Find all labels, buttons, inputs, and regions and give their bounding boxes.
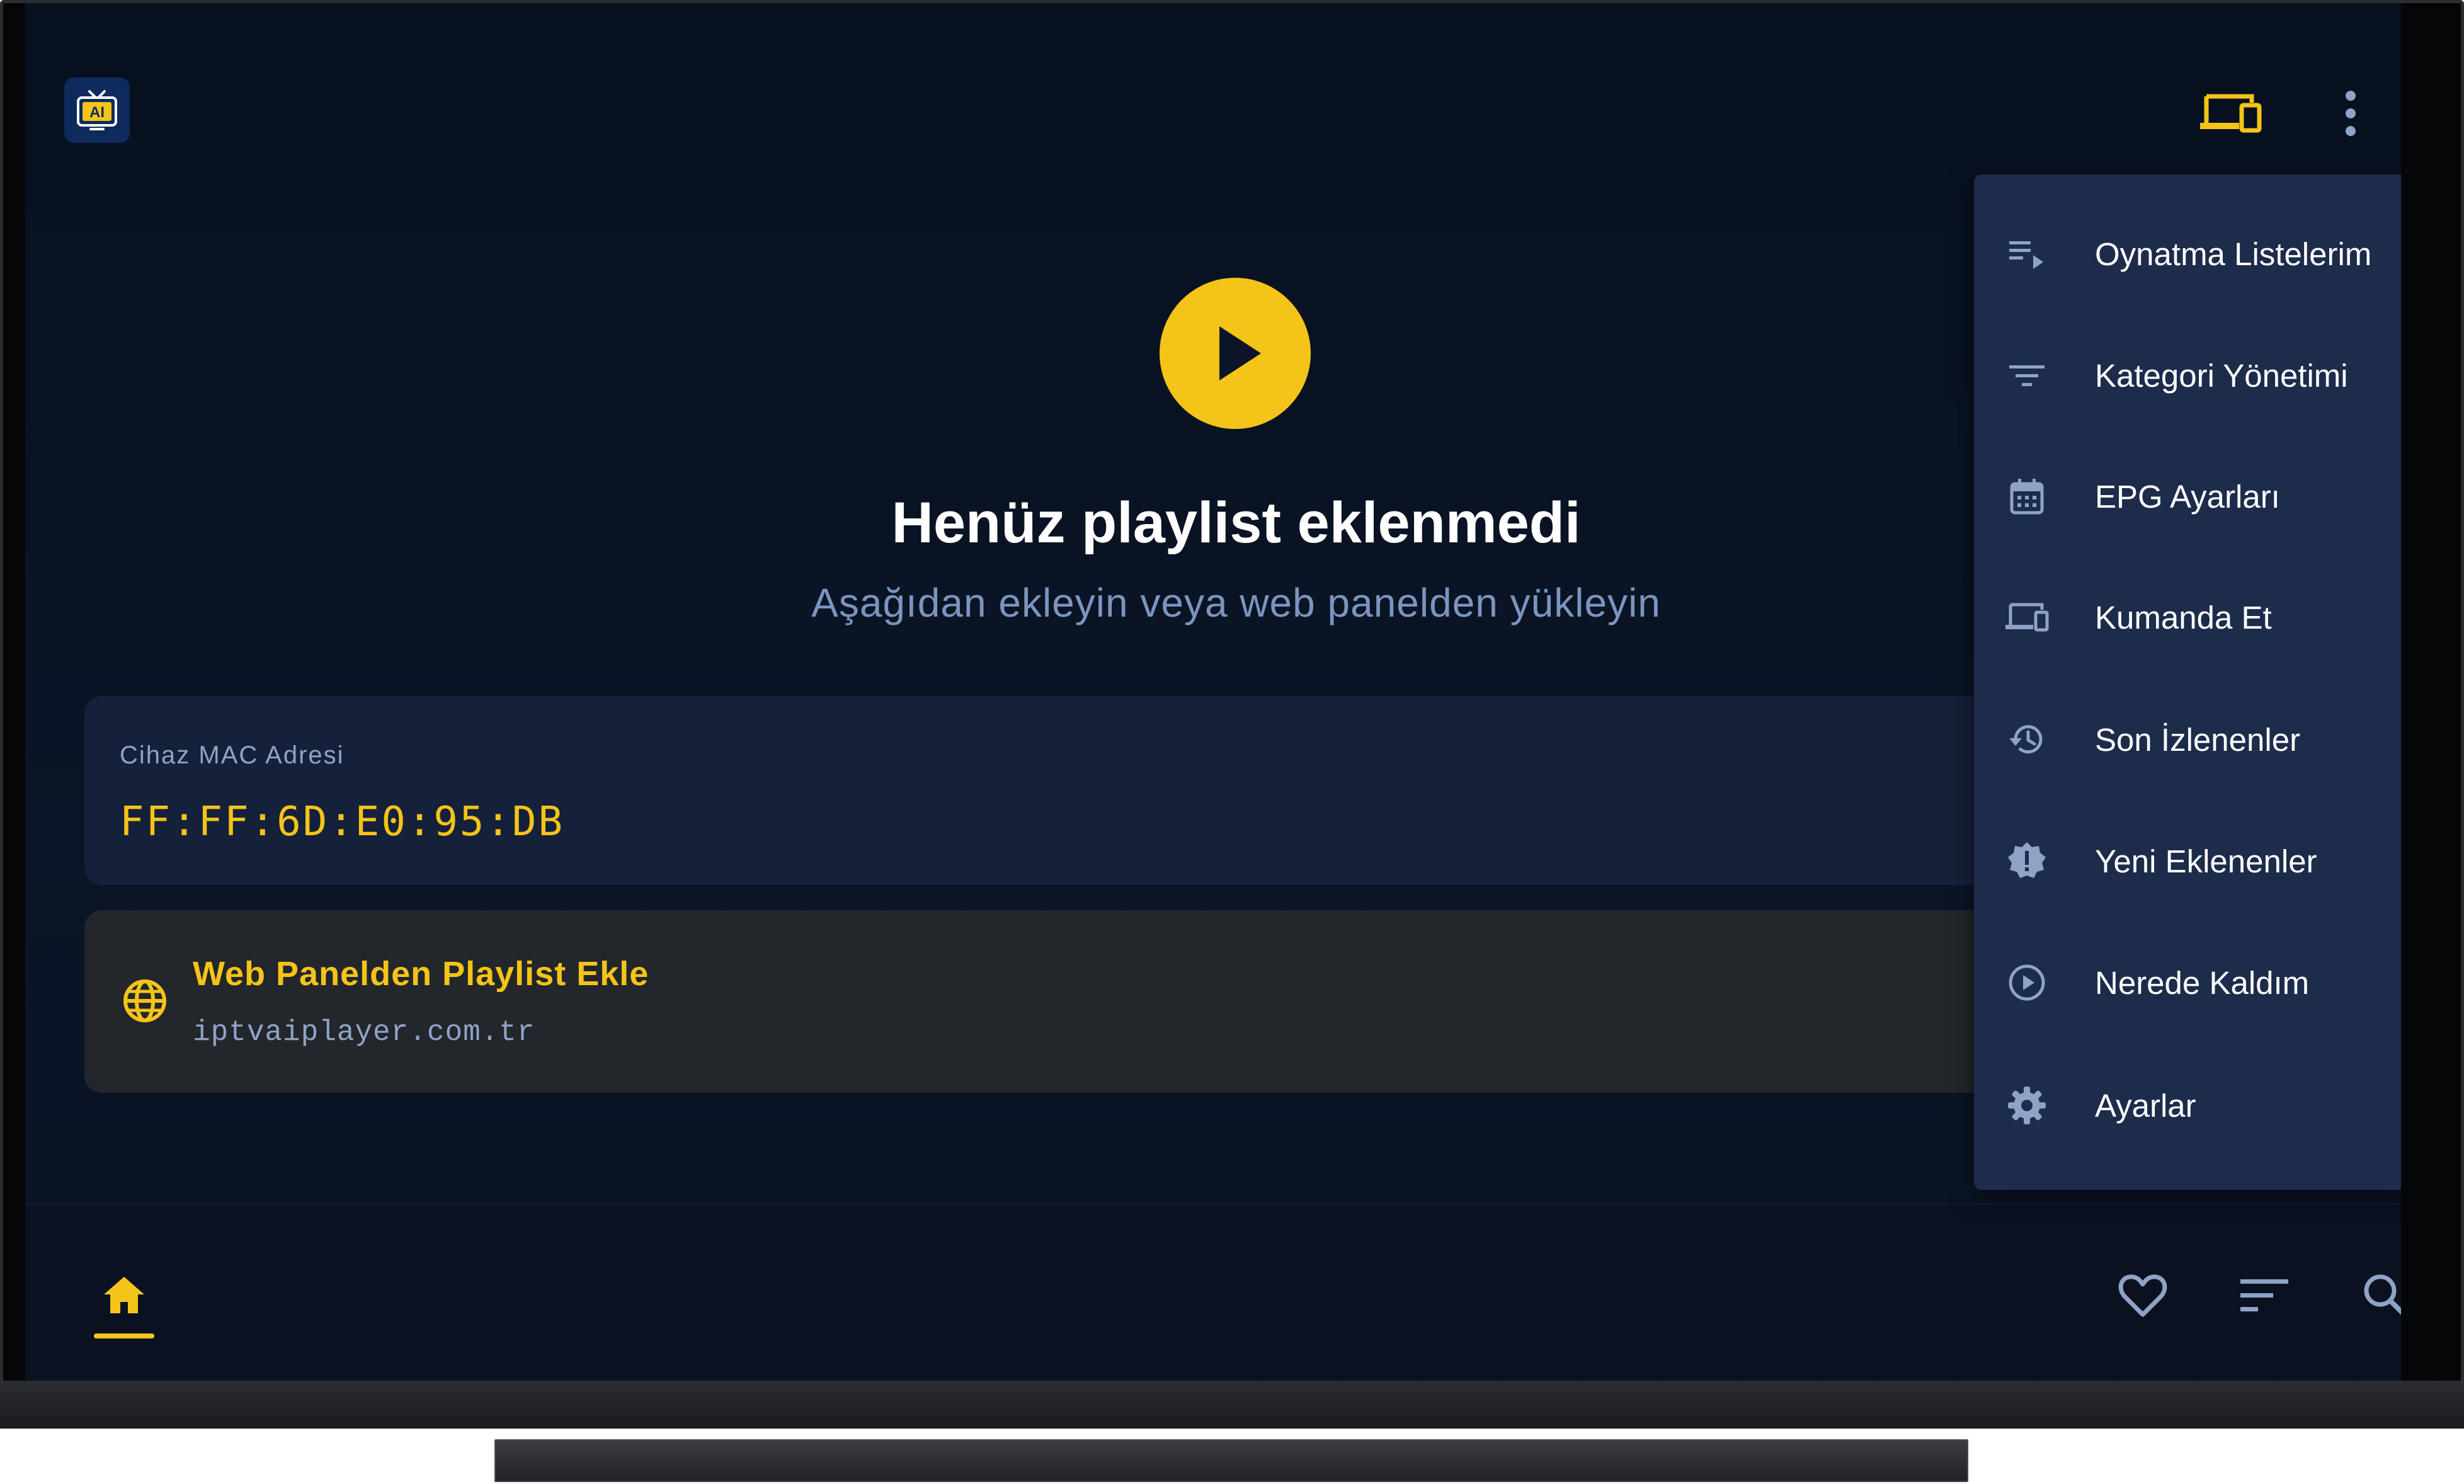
- search-icon: [2364, 1274, 2401, 1315]
- menu-label: Kumanda Et: [2095, 599, 2272, 636]
- app-screen: AI Henüz playlist eklenmedi Aşağıdan ekl…: [25, 3, 2401, 1381]
- hero-play-button[interactable]: [1160, 278, 1311, 429]
- nav-home-button[interactable]: [93, 1264, 156, 1327]
- sort-icon: [2240, 1279, 2288, 1311]
- tv-stand: [494, 1439, 1968, 1482]
- cast-devices-button[interactable]: [2199, 85, 2262, 142]
- tv-logo-icon: AI: [77, 90, 117, 130]
- menu-label: Kategori Yönetimi: [2095, 357, 2348, 394]
- web-panel-url: iptvaiplayer.com.tr: [193, 1016, 535, 1049]
- more-options-button[interactable]: [2319, 85, 2382, 142]
- app-logo[interactable]: AI: [64, 77, 130, 143]
- menu-item-newly-added[interactable]: Yeni Eklenenler: [1974, 814, 2401, 908]
- mac-value: FF:FF:6D:E0:95:DB: [120, 799, 565, 845]
- menu-label: Ayarlar: [2095, 1087, 2196, 1124]
- menu-item-playlists[interactable]: Oynatma Listelerim: [1974, 207, 2401, 301]
- nav-sort-button[interactable]: [2233, 1264, 2296, 1327]
- nav-search-button[interactable]: [2354, 1264, 2401, 1327]
- menu-label: Nerede Kaldım: [2095, 964, 2310, 1001]
- menu-label: Oynatma Listelerim: [2095, 236, 2372, 272]
- play-circle-icon: [2004, 960, 2050, 1005]
- menu-label: Yeni Eklenenler: [2095, 843, 2317, 879]
- web-panel-title: Web Panelden Playlist Ekle: [193, 955, 649, 993]
- mac-address-card: Cihaz MAC Adresi FF:FF:6D:E0:95:DB: [84, 696, 2226, 885]
- new-badge-icon: [2004, 838, 2050, 884]
- filter-list-icon: [2004, 353, 2050, 398]
- settings-gear-icon: [2004, 1083, 2050, 1128]
- calendar-icon: [2004, 474, 2050, 519]
- more-vert-icon: [2346, 91, 2356, 136]
- nav-favorites-button[interactable]: [2111, 1264, 2174, 1327]
- globe-icon: [123, 979, 166, 1022]
- devices-icon: [2004, 595, 2050, 640]
- playlist-play-icon: [2004, 231, 2050, 277]
- menu-item-continue-watching[interactable]: Nerede Kaldım: [1974, 935, 2401, 1030]
- overflow-menu: Oynatma Listelerim Kategori Yönetimi EPG…: [1974, 174, 2401, 1190]
- menu-label: EPG Ayarları: [2095, 478, 2280, 515]
- menu-item-settings[interactable]: Ayarlar: [1974, 1058, 2401, 1153]
- menu-item-recently-watched[interactable]: Son İzlenenler: [1974, 692, 2401, 787]
- devices-icon: [2200, 94, 2262, 133]
- play-icon: [1219, 326, 1261, 380]
- active-tab-indicator: [94, 1333, 154, 1338]
- menu-item-remote-control[interactable]: Kumanda Et: [1974, 570, 2401, 665]
- favorite-heart-icon: [2118, 1274, 2167, 1317]
- web-panel-card[interactable]: Web Panelden Playlist Ekle iptvaiplayer.…: [84, 910, 2226, 1093]
- logo-text: AI: [89, 104, 105, 121]
- mac-label: Cihaz MAC Adresi: [120, 741, 345, 769]
- history-icon: [2004, 717, 2050, 762]
- menu-label: Son İzlenenler: [2095, 721, 2301, 758]
- bottom-navigation: [25, 1203, 2401, 1381]
- menu-item-category-management[interactable]: Kategori Yönetimi: [1974, 328, 2401, 423]
- menu-item-epg-settings[interactable]: EPG Ayarları: [1974, 449, 2401, 544]
- home-icon: [104, 1277, 144, 1313]
- tv-chin: [0, 1381, 2464, 1429]
